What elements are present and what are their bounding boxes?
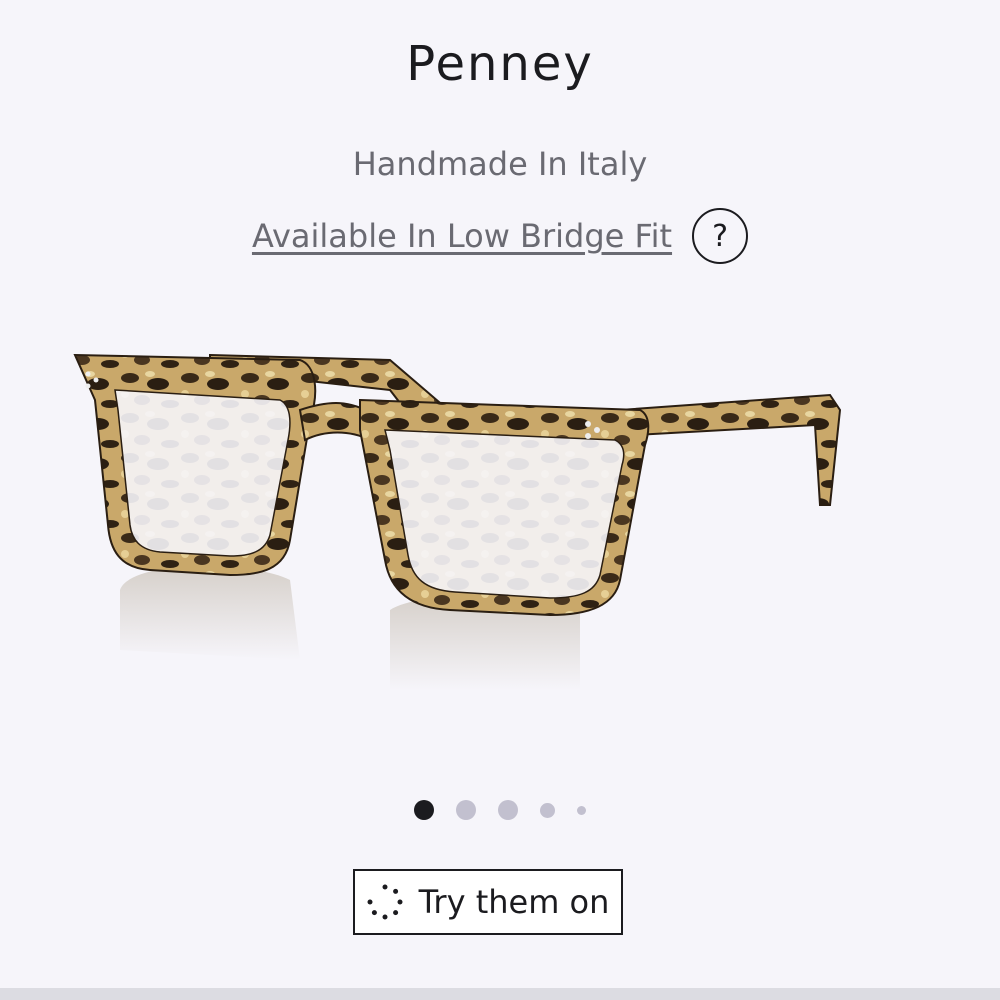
carousel-dot-2[interactable] — [456, 800, 476, 820]
dotted-circle-icon — [367, 884, 403, 920]
right-lens — [384, 429, 625, 599]
product-title: Penney — [406, 36, 594, 92]
product-origin: Handmade In Italy — [352, 145, 648, 183]
product-image[interactable] — [60, 330, 860, 710]
left-lens — [114, 389, 291, 557]
low-bridge-fit-link[interactable]: Available In Low Bridge Fit — [252, 217, 672, 255]
product-page: Penney Handmade In Italy Available In Lo… — [0, 0, 1000, 1000]
try-them-on-button[interactable]: Try them on — [353, 869, 623, 935]
try-them-on-label: Try them on — [418, 883, 610, 921]
footer-bar — [0, 988, 1000, 1000]
carousel-pagination — [0, 800, 1000, 820]
carousel-dot-5[interactable] — [577, 805, 586, 815]
carousel-dot-1[interactable] — [414, 800, 434, 820]
frame-reflection — [120, 566, 300, 660]
carousel-dot-4[interactable] — [540, 802, 555, 818]
near-temple — [618, 393, 842, 506]
help-icon[interactable]: ? — [692, 208, 749, 264]
carousel-dot-3[interactable] — [498, 800, 518, 820]
bridge-fit-row: Available In Low Bridge Fit ? — [0, 208, 1000, 264]
